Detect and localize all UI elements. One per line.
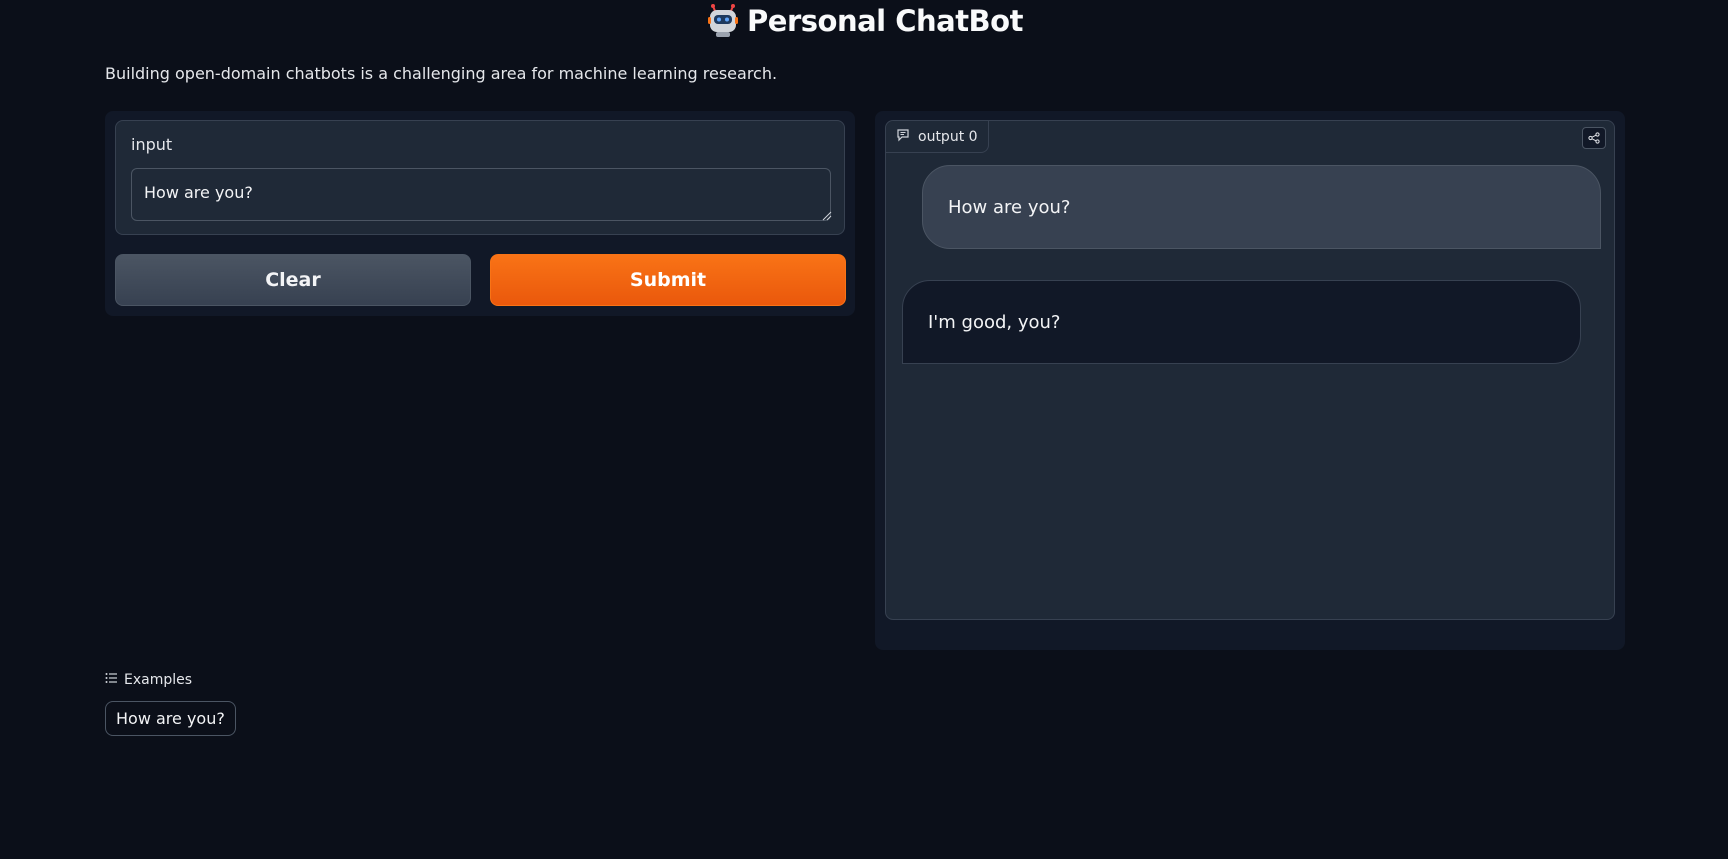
- example-item[interactable]: How are you?: [105, 701, 236, 736]
- submit-button[interactable]: Submit: [490, 254, 846, 306]
- examples-label: Examples: [124, 672, 193, 688]
- page-description: Building open-domain chatbots is a chall…: [105, 64, 778, 83]
- app-root: Personal ChatBot Building open-domain ch…: [0, 0, 1728, 859]
- output-panel: output 0 How are you? I'm good, you?: [875, 111, 1625, 650]
- input-panel: input How are you? Clear Submit: [105, 111, 855, 316]
- list-icon: [105, 672, 118, 688]
- robot-icon: [705, 3, 741, 39]
- user-message: How are you?: [922, 165, 1601, 249]
- input-label: input: [131, 135, 173, 154]
- share-button[interactable]: [1582, 127, 1606, 149]
- page-title: Personal ChatBot: [747, 4, 1023, 38]
- share-icon: [1588, 129, 1600, 148]
- header: Personal ChatBot: [0, 0, 1728, 42]
- chat-icon: [896, 128, 910, 146]
- bot-message: I'm good, you?: [902, 280, 1581, 364]
- clear-button[interactable]: Clear: [115, 254, 471, 306]
- output-label-text: output 0: [918, 128, 978, 145]
- examples-header: Examples: [105, 672, 192, 688]
- chatbot-block: output 0 How are you? I'm good, you?: [885, 120, 1615, 620]
- input-block: input How are you?: [115, 120, 845, 235]
- resize-handle-icon[interactable]: [822, 211, 832, 221]
- input-textarea[interactable]: How are you?: [131, 168, 831, 221]
- output-label: output 0: [886, 121, 989, 153]
